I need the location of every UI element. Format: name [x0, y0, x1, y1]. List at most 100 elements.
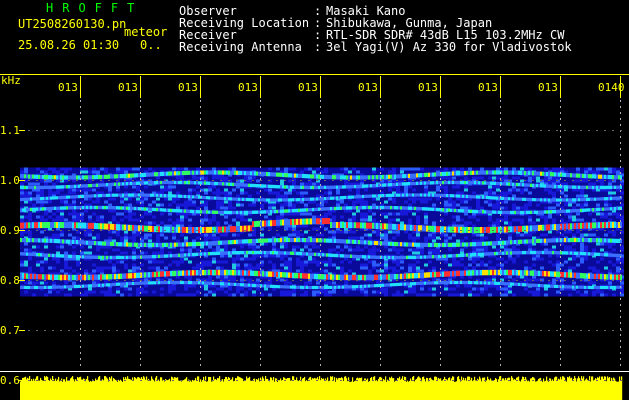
noise-cell: [36, 260, 40, 264]
noise-cell: [532, 203, 536, 207]
noise-cell: [516, 236, 520, 240]
noise-cell: [408, 215, 412, 219]
noise-cell: [284, 242, 288, 246]
noise-cell: [244, 203, 248, 207]
noise-cell: [616, 167, 620, 171]
noise-cell: [288, 194, 292, 198]
noise-cell: [312, 182, 316, 186]
noise-cell: [232, 200, 236, 204]
noise-cell: [456, 197, 460, 201]
noise-cell: [128, 170, 132, 174]
noise-cell: [368, 212, 372, 216]
noise-cell: [24, 170, 28, 174]
noise-cell: [128, 230, 132, 234]
noise-cell: [32, 248, 36, 252]
noise-cell: [364, 170, 368, 174]
noise-cell: [136, 221, 140, 225]
noise-cell: [108, 170, 112, 174]
noise-cell: [124, 197, 128, 201]
noise-cell: [576, 179, 580, 183]
noise-cell: [192, 236, 196, 240]
noise-cell: [324, 260, 328, 264]
noise-cell: [460, 263, 464, 267]
noise-cell: [512, 167, 516, 171]
noise-cell: [588, 215, 592, 219]
noise-cell: [572, 203, 576, 207]
noise-cell: [336, 218, 340, 222]
noise-cell: [552, 245, 556, 249]
noise-cell: [372, 236, 376, 240]
noise-cell: [128, 248, 132, 252]
noise-cell: [368, 218, 372, 222]
noise-cell: [536, 167, 540, 171]
noise-cell: [180, 221, 184, 225]
noise-cell: [400, 212, 404, 216]
noise-cell: [212, 188, 216, 192]
noise-cell: [104, 200, 108, 204]
noise-cell: [252, 167, 256, 171]
noise-cell: [148, 185, 152, 189]
noise-cell: [44, 212, 48, 216]
noise-cell: [116, 167, 120, 171]
noise-cell: [172, 185, 176, 189]
noise-cell: [592, 170, 596, 174]
noise-cell: [148, 200, 152, 204]
noise-cell: [292, 203, 296, 207]
noise-cell: [600, 200, 604, 204]
noise-cell: [160, 167, 164, 171]
noise-cell: [168, 212, 172, 216]
noise-cell: [404, 200, 408, 204]
noise-cell: [480, 248, 484, 252]
noise-cell: [180, 215, 184, 219]
noise-cell: [524, 257, 528, 261]
noise-cell: [556, 167, 560, 171]
noise-cell: [612, 191, 616, 195]
noise-cell: [316, 194, 320, 198]
noise-cell: [612, 215, 616, 219]
noise-cell: [476, 188, 480, 192]
noise-cell: [120, 200, 124, 204]
noise-cell: [56, 263, 60, 267]
noise-cell: [124, 251, 128, 255]
noise-cell: [208, 263, 212, 267]
noise-cell: [256, 206, 260, 210]
noise-cell: [596, 248, 600, 252]
noise-cell: [596, 218, 600, 222]
noise-cell: [168, 215, 172, 219]
noise-cell: [608, 179, 612, 183]
noise-cell: [356, 188, 360, 192]
noise-cell: [616, 212, 620, 216]
noise-cell: [48, 245, 52, 249]
noise-cell: [564, 254, 568, 258]
noise-cell: [108, 248, 112, 252]
noise-cell: [340, 182, 344, 186]
noise-cell: [452, 257, 456, 261]
noise-cell: [276, 215, 280, 219]
noise-cell: [204, 248, 208, 252]
noise-cell: [144, 233, 148, 237]
noise-cell: [40, 200, 44, 204]
noise-cell: [252, 203, 256, 207]
noise-cell: [468, 206, 472, 210]
noise-cell: [124, 215, 128, 219]
noise-cell: [268, 260, 272, 264]
noise-cell: [168, 239, 172, 243]
noise-cell: [196, 257, 200, 261]
noise-cell: [32, 167, 36, 171]
noise-cell: [524, 176, 528, 180]
noise-cell: [568, 194, 572, 198]
noise-cell: [528, 236, 532, 240]
noise-cell: [60, 170, 64, 174]
noise-cell: [372, 197, 376, 201]
noise-cell: [504, 206, 508, 210]
noise-cell: [172, 212, 176, 216]
noise-cell: [460, 236, 464, 240]
noise-cell: [300, 191, 304, 195]
noise-cell: [256, 227, 260, 231]
noise-cell: [208, 176, 212, 180]
noise-cell: [332, 218, 336, 222]
noise-cell: [308, 224, 312, 228]
noise-cell: [164, 218, 168, 222]
noise-cell: [280, 167, 284, 171]
noise-cell: [232, 245, 236, 249]
